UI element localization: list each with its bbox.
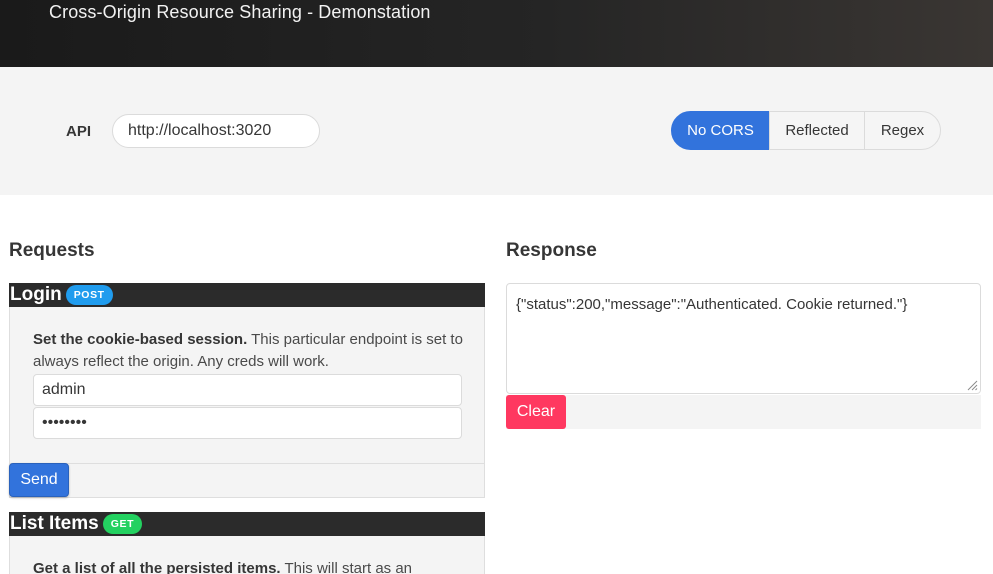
clear-button[interactable]: Clear (506, 395, 566, 429)
api-bar: API No CORS Reflected Regex (0, 67, 993, 195)
login-description-bold: Set the cookie-based session. (33, 331, 248, 348)
resize-handle-icon[interactable] (966, 379, 978, 391)
mode-regex-button[interactable]: Regex (864, 111, 941, 150)
login-card-header: Login POST (9, 283, 485, 307)
mode-reflected-button[interactable]: Reflected (769, 111, 865, 150)
get-method-badge: GET (102, 514, 143, 534)
response-textarea[interactable]: {"status":200,"message":"Authenticated. … (506, 283, 981, 394)
send-button[interactable]: Send (9, 463, 69, 497)
mode-no-cors-button[interactable]: No CORS (671, 111, 770, 150)
login-card-footer (9, 463, 485, 498)
api-label: API (66, 123, 92, 140)
list-items-description-text: This will start as an (280, 560, 413, 574)
login-card-title: Login (10, 284, 62, 305)
requests-heading: Requests (9, 240, 95, 261)
list-items-card-body: Get a list of all the persisted items. T… (9, 536, 485, 574)
list-items-card-header: List Items GET (9, 512, 485, 536)
list-items-card-title: List Items (10, 513, 99, 534)
login-card-body: Set the cookie-based session. This parti… (9, 307, 485, 463)
cors-mode-selector: No CORS Reflected Regex (671, 111, 941, 150)
list-items-description-bold: Get a list of all the persisted items. (33, 560, 281, 574)
username-field[interactable] (33, 374, 462, 406)
api-url-input[interactable] (112, 114, 320, 148)
password-field[interactable] (33, 407, 462, 439)
login-description: Set the cookie-based session. This parti… (33, 329, 473, 373)
response-footer (506, 395, 981, 429)
response-heading: Response (506, 240, 597, 261)
list-items-description: Get a list of all the persisted items. T… (33, 558, 473, 574)
post-method-badge: POST (65, 285, 113, 305)
page-title: Cross-Origin Resource Sharing - Demonsta… (49, 2, 431, 22)
page-header: Cross-Origin Resource Sharing - Demonsta… (0, 0, 993, 67)
